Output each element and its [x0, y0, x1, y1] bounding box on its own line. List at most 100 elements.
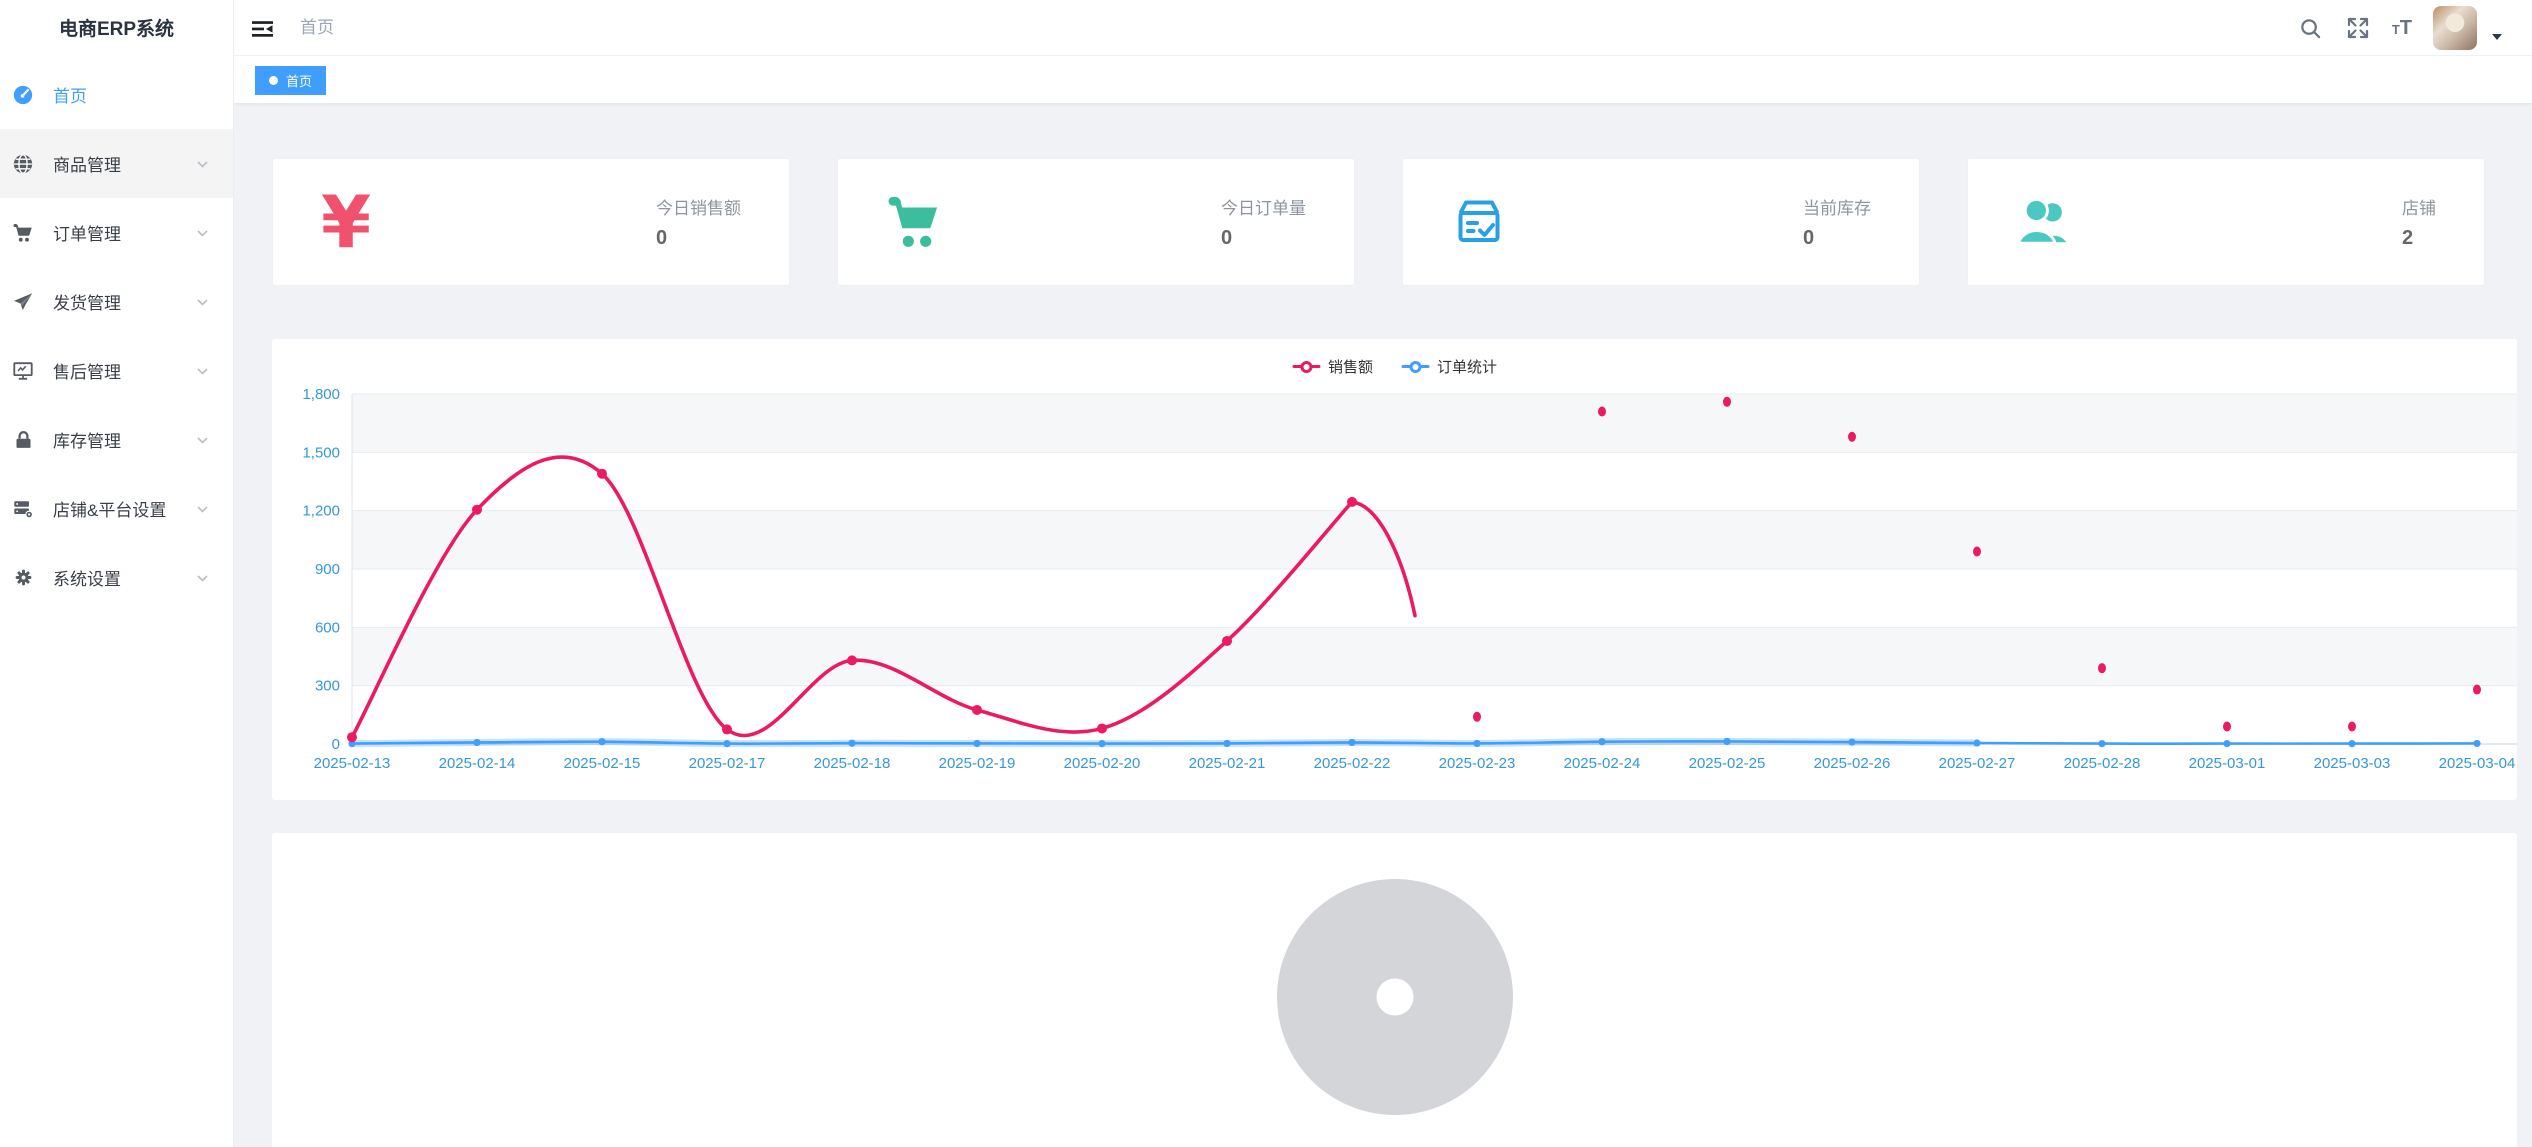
cart-icon: [886, 194, 948, 250]
fullscreen-icon[interactable]: [2345, 15, 2371, 41]
sidebar-item-products[interactable]: 商品管理: [0, 129, 233, 198]
sidebar-item-aftersales[interactable]: 售后管理: [0, 336, 233, 405]
page-content: ¥ 今日销售额 0 今日订单量 0: [234, 104, 2532, 1147]
tab-label: 首页: [286, 71, 312, 90]
svg-text:0: 0: [332, 736, 340, 753]
tab-home[interactable]: 首页: [255, 66, 326, 95]
sales-orders-line-chart[interactable]: 0 300 600 900 1,200 1,500 1,800 2025-02-13 2025-…: [272, 339, 2517, 800]
svg-text:2025-02-23: 2025-02-23: [1439, 755, 1516, 772]
stat-card-shops: 店铺 2: [1967, 158, 2485, 286]
lock-icon: [10, 428, 36, 452]
svg-text:2025-02-20: 2025-02-20: [1064, 755, 1141, 772]
svg-text:2025-02-19: 2025-02-19: [939, 755, 1016, 772]
legend-item-sales[interactable]: 销售额: [1292, 356, 1373, 377]
svg-text:2025-02-26: 2025-02-26: [1814, 755, 1891, 772]
cart-icon: [10, 221, 36, 245]
stat-card-value: 2: [2402, 227, 2436, 250]
topbar: 首页 TT: [234, 0, 2532, 56]
svg-text:1,200: 1,200: [302, 503, 340, 520]
chevron-down-icon: [196, 433, 209, 446]
stat-card-sales: ¥ 今日销售额 0: [272, 158, 790, 286]
search-icon[interactable]: [2298, 15, 2324, 41]
chevron-down-icon: [196, 157, 209, 170]
chevron-down-icon: [196, 226, 209, 239]
stat-card-label: 今日销售额: [656, 194, 741, 219]
svg-text:2025-02-25: 2025-02-25: [1689, 755, 1766, 772]
yen-icon: ¥: [321, 186, 371, 258]
monitor-icon: [10, 359, 36, 383]
sidebar-item-store-platform-settings[interactable]: 店铺&平台设置: [0, 474, 233, 543]
sidebar-item-label: 店铺&平台设置: [53, 496, 166, 521]
legend-orders-marker-icon: [1401, 361, 1429, 373]
chevron-down-icon: [196, 571, 209, 584]
sales-chart-panel: 销售额 订单统计 0 300 600 900 1,200 1,500 1,800 2025-0…: [272, 339, 2517, 800]
svg-text:1,800: 1,800: [302, 386, 340, 403]
chevron-down-icon: [196, 295, 209, 308]
avatar[interactable]: [2433, 6, 2477, 50]
sidebar: 电商ERP系统 首页 商品管理 订单管理 发货管理 售后管理: [0, 0, 234, 1147]
sidebar-item-system-settings[interactable]: 系统设置: [0, 543, 233, 612]
svg-text:2025-02-24: 2025-02-24: [1564, 755, 1641, 772]
caret-down-icon[interactable]: [2492, 34, 2502, 40]
font-size-icon[interactable]: TT: [2392, 17, 2412, 40]
stat-card-value: 0: [656, 227, 741, 250]
svg-text:1,500: 1,500: [302, 444, 340, 461]
stat-card-inventory: 当前库存 0: [1402, 158, 1920, 286]
dashboard-icon: [10, 83, 36, 107]
sidebar-item-label: 库存管理: [53, 427, 121, 452]
svg-text:600: 600: [315, 619, 340, 636]
legend-label: 销售额: [1328, 356, 1373, 377]
pie-hole: [1376, 979, 1413, 1016]
svg-text:2025-03-03: 2025-03-03: [2314, 755, 2391, 772]
sidebar-item-inventory[interactable]: 库存管理: [0, 405, 233, 474]
chart-legend: 销售额 订单统计: [1292, 356, 1497, 377]
sidebar-item-shipping[interactable]: 发货管理: [0, 267, 233, 336]
app-title: 电商ERP系统: [0, 0, 233, 60]
sidebar-item-orders[interactable]: 订单管理: [0, 198, 233, 267]
stat-card-value: 0: [1221, 227, 1306, 250]
topbar-actions: TT: [2298, 0, 2502, 56]
sidebar-item-label: 订单管理: [53, 220, 121, 245]
stats-row: ¥ 今日销售额 0 今日订单量 0: [272, 158, 2485, 286]
globe-icon: [10, 152, 36, 176]
svg-text:2025-02-28: 2025-02-28: [2064, 755, 2141, 772]
svg-text:2025-02-15: 2025-02-15: [564, 755, 641, 772]
tab-bar: 首页: [234, 56, 2532, 104]
platform-icon: [10, 497, 36, 521]
svg-text:2025-02-22: 2025-02-22: [1314, 755, 1391, 772]
stat-card-value: 0: [1803, 227, 1871, 250]
sidebar-item-label: 售后管理: [53, 358, 121, 383]
stat-card-label: 店铺: [2402, 194, 2436, 219]
legend-label: 订单统计: [1437, 356, 1497, 377]
collapse-menu-icon[interactable]: [251, 17, 275, 41]
legend-item-orders[interactable]: 订单统计: [1401, 356, 1497, 377]
chevron-down-icon: [196, 502, 209, 515]
svg-text:2025-03-01: 2025-03-01: [2189, 755, 2266, 772]
svg-text:300: 300: [315, 678, 340, 695]
breadcrumb[interactable]: 首页: [300, 0, 334, 56]
svg-text:2025-02-14: 2025-02-14: [439, 755, 516, 772]
tab-active-dot: [269, 76, 278, 85]
sidebar-item-label: 发货管理: [53, 289, 121, 314]
empty-pie-chart: [1277, 879, 1513, 1115]
svg-text:2025-02-21: 2025-02-21: [1189, 755, 1266, 772]
stat-card-label: 今日订单量: [1221, 194, 1306, 219]
sidebar-item-label: 首页: [53, 82, 87, 107]
stat-card-orders: 今日订单量 0: [837, 158, 1355, 286]
pie-chart-panel: [272, 833, 2517, 1147]
svg-text:2025-02-27: 2025-02-27: [1939, 755, 2016, 772]
stat-card-label: 当前库存: [1803, 194, 1871, 219]
shops-users-icon: [2016, 196, 2074, 248]
main-area: 首页 TT 首页 ¥ 今日销售额 0: [234, 0, 2532, 1147]
inventory-box-icon: [1451, 194, 1507, 250]
svg-text:2025-02-18: 2025-02-18: [814, 755, 891, 772]
svg-text:2025-02-13: 2025-02-13: [314, 755, 391, 772]
chevron-down-icon: [196, 364, 209, 377]
legend-sales-marker-icon: [1292, 361, 1320, 373]
svg-text:2025-02-17: 2025-02-17: [689, 755, 766, 772]
svg-text:2025-03-04: 2025-03-04: [2439, 755, 2516, 772]
svg-text:900: 900: [315, 561, 340, 578]
sidebar-item-home[interactable]: 首页: [0, 60, 233, 129]
gear-icon: [10, 566, 36, 590]
sidebar-item-label: 商品管理: [53, 151, 121, 176]
